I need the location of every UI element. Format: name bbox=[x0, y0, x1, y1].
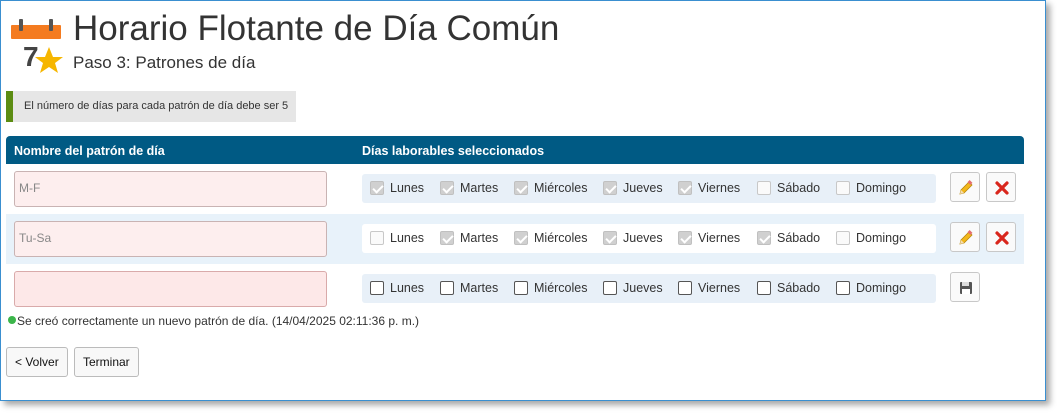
workdays-group: Lunes Martes Miércoles Jueves Viernes Sábado D… bbox=[362, 224, 936, 253]
checkbox-checked-icon bbox=[370, 181, 384, 195]
day-label: Viernes bbox=[698, 281, 741, 295]
success-message: Se creó correctamente un nuevo patrón de… bbox=[6, 313, 996, 329]
checkbox-checked-icon bbox=[678, 181, 692, 195]
day-label: Jueves bbox=[623, 181, 663, 195]
success-dot-icon bbox=[8, 316, 16, 324]
day-pattern-table: Nombre del patrón de día Días laborables… bbox=[6, 136, 1024, 314]
day-label: Sábado bbox=[777, 231, 821, 245]
info-text: El número de días para cada patrón de dí… bbox=[24, 100, 289, 112]
success-message-text: Se creó correctamente un nuevo patrón de… bbox=[17, 314, 420, 328]
day-label: Sábado bbox=[777, 181, 821, 195]
app-window: 7 Horario Flotante de Día Común Paso 3: … bbox=[0, 0, 1046, 401]
checkbox-checked-icon bbox=[603, 181, 617, 195]
day-label: Lunes bbox=[390, 181, 425, 195]
logo-number: 7 bbox=[23, 41, 39, 72]
table-row: M-F Lunes Martes Miércoles Jueves Viernes Sába… bbox=[6, 164, 1024, 214]
workdays-group: Lunes Martes Miércoles Jueves Viernes Sábado D… bbox=[362, 274, 936, 303]
page-subtitle: Paso 3: Patrones de día bbox=[73, 53, 256, 72]
day-label: Martes bbox=[460, 281, 499, 295]
day-label: Sábado bbox=[777, 281, 821, 295]
checkbox-unchecked-icon bbox=[370, 231, 384, 245]
checkbox-unchecked-icon[interactable] bbox=[603, 281, 617, 295]
save-button[interactable] bbox=[950, 272, 980, 302]
calendar-star-icon: 7 bbox=[9, 17, 63, 77]
checkbox-checked-icon bbox=[440, 231, 454, 245]
workdays-group: Lunes Martes Miércoles Jueves Viernes Sábado D… bbox=[362, 174, 936, 203]
day-label: Miércoles bbox=[534, 231, 588, 245]
checkbox-unchecked-icon[interactable] bbox=[757, 281, 771, 295]
page-title: Horario Flotante de Día Común bbox=[73, 9, 560, 48]
checkbox-unchecked-icon[interactable] bbox=[836, 281, 850, 295]
checkbox-unchecked-icon[interactable] bbox=[440, 281, 454, 295]
delete-button[interactable] bbox=[986, 172, 1016, 202]
finish-button[interactable]: Terminar bbox=[74, 347, 139, 377]
checkbox-checked-icon bbox=[678, 231, 692, 245]
pattern-name-input[interactable]: M-F bbox=[14, 171, 327, 207]
checkbox-checked-icon bbox=[440, 181, 454, 195]
day-label: Martes bbox=[460, 181, 499, 195]
checkbox-unchecked-icon bbox=[836, 231, 850, 245]
edit-button[interactable] bbox=[950, 172, 980, 202]
edit-button[interactable] bbox=[950, 222, 980, 252]
table-row: Lunes Martes Miércoles Jueves Viernes Sábado D… bbox=[6, 264, 1024, 314]
checkbox-unchecked-icon[interactable] bbox=[370, 281, 384, 295]
checkbox-unchecked-icon bbox=[757, 181, 771, 195]
table-header: Nombre del patrón de día Días laborables… bbox=[6, 136, 1024, 164]
day-label: Miércoles bbox=[534, 181, 588, 195]
info-banner: El número de días para cada patrón de dí… bbox=[6, 91, 296, 122]
column-header-days: Días laborables seleccionados bbox=[362, 144, 545, 158]
checkbox-unchecked-icon bbox=[836, 181, 850, 195]
day-label: Jueves bbox=[623, 231, 663, 245]
column-header-name: Nombre del patrón de día bbox=[14, 144, 165, 158]
checkbox-checked-icon bbox=[757, 231, 771, 245]
day-label: Viernes bbox=[698, 181, 741, 195]
page-header: 7 Horario Flotante de Día Común Paso 3: … bbox=[9, 7, 709, 79]
day-label: Lunes bbox=[390, 231, 425, 245]
day-label: Jueves bbox=[623, 281, 663, 295]
back-button[interactable]: < Volver bbox=[6, 347, 68, 377]
table-row: Tu-Sa Lunes Martes Miércoles Jueves Viernes Sá… bbox=[6, 214, 1024, 264]
checkbox-checked-icon bbox=[603, 231, 617, 245]
checkbox-checked-icon bbox=[514, 181, 528, 195]
delete-button[interactable] bbox=[986, 222, 1016, 252]
day-label: Viernes bbox=[698, 231, 741, 245]
pattern-name-input[interactable]: Tu-Sa bbox=[14, 221, 327, 257]
day-label: Lunes bbox=[390, 281, 425, 295]
day-label: Domingo bbox=[856, 231, 907, 245]
day-label: Domingo bbox=[856, 281, 907, 295]
pattern-name-input[interactable] bbox=[14, 271, 327, 307]
day-label: Martes bbox=[460, 231, 499, 245]
day-label: Domingo bbox=[856, 181, 907, 195]
checkbox-unchecked-icon[interactable] bbox=[678, 281, 692, 295]
day-label: Miércoles bbox=[534, 281, 588, 295]
checkbox-checked-icon bbox=[514, 231, 528, 245]
checkbox-unchecked-icon[interactable] bbox=[514, 281, 528, 295]
